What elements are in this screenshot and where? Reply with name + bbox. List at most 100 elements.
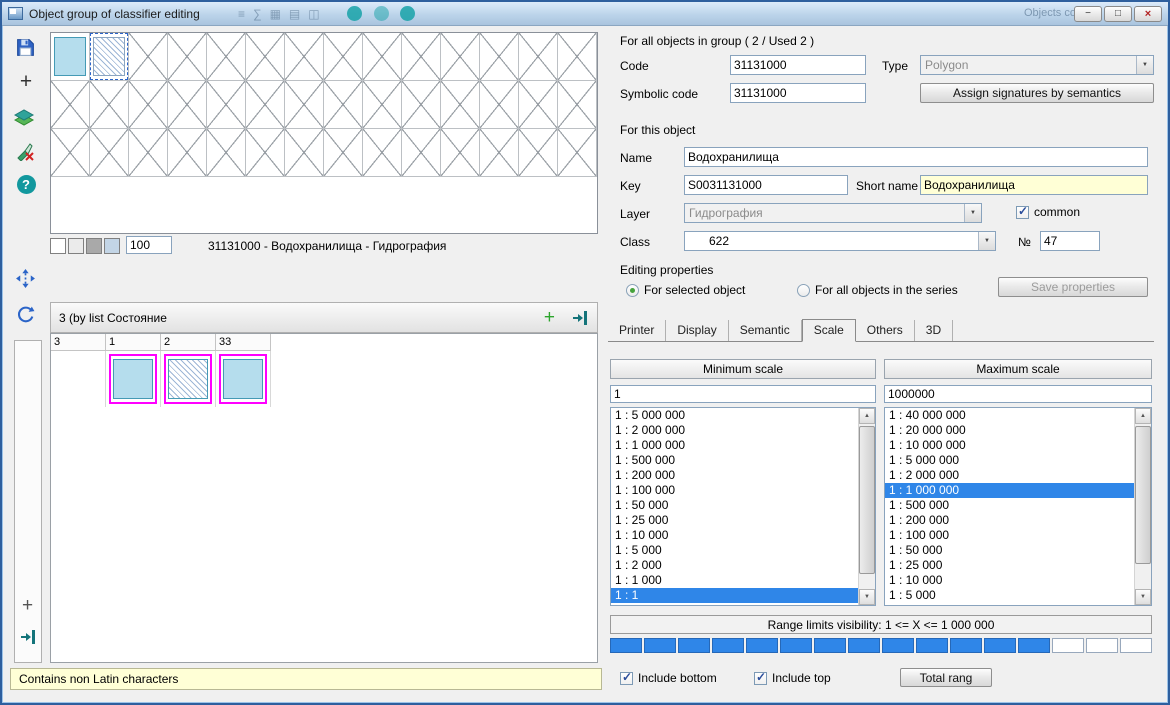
palette-cell[interactable] [207, 129, 246, 177]
scroll-thumb[interactable] [1135, 426, 1151, 564]
clear-style-button[interactable] [13, 139, 37, 163]
scale-list-item[interactable]: 1 : 5 000 000 [885, 453, 1134, 468]
scale-list-item[interactable]: 1 : 1 000 000 [611, 438, 858, 453]
palette-cell[interactable] [129, 129, 168, 177]
palette-cell[interactable] [558, 129, 597, 177]
range-segment[interactable] [1086, 638, 1118, 653]
palette-cell[interactable] [207, 33, 246, 81]
palette-cell[interactable] [558, 33, 597, 81]
palette-cell[interactable] [285, 33, 324, 81]
tab-scale[interactable]: Scale [802, 319, 856, 342]
palette-cell[interactable] [324, 81, 363, 129]
palette-cell[interactable] [363, 33, 402, 81]
palette-cell[interactable] [90, 81, 129, 129]
palette-cell[interactable] [441, 81, 480, 129]
palette-cell[interactable] [51, 81, 90, 129]
include-top-checkbox[interactable]: ✓ [754, 672, 767, 685]
key-input[interactable] [684, 175, 848, 195]
scale-list-item[interactable]: 1 : 5 000 000 [611, 408, 858, 423]
range-segment[interactable] [848, 638, 880, 653]
tab-3d[interactable]: 3D [915, 320, 953, 341]
range-segment[interactable] [678, 638, 710, 653]
series-cell[interactable] [51, 351, 106, 407]
palette-cell[interactable] [480, 33, 519, 81]
total-rang-button[interactable]: Total rang [900, 668, 992, 687]
scale-list-item[interactable]: 1 : 5 000 [611, 543, 858, 558]
palette-cell[interactable] [558, 81, 597, 129]
scale-list-item[interactable]: 1 : 10 000 [885, 573, 1134, 588]
palette-cell[interactable] [207, 81, 246, 129]
palette-cell[interactable] [363, 81, 402, 129]
range-segment[interactable] [1018, 638, 1050, 653]
add-series-button[interactable]: + [544, 308, 555, 328]
scale-list-item[interactable]: 1 : 100 000 [611, 483, 858, 498]
common-checkbox[interactable]: ✓ [1016, 206, 1029, 219]
series-cell[interactable] [106, 351, 161, 407]
layer-select[interactable]: Гидрография ▼ [684, 203, 982, 223]
assign-layers-button[interactable] [12, 105, 36, 129]
palette-cell[interactable] [90, 33, 129, 81]
range-segment[interactable] [746, 638, 778, 653]
palette-cell[interactable] [129, 81, 168, 129]
palette-cell[interactable] [519, 33, 558, 81]
code-input[interactable] [730, 55, 866, 75]
scroll-down-icon[interactable]: ▼ [1135, 589, 1151, 605]
palette-cell[interactable] [285, 81, 324, 129]
radio-selected-object[interactable] [626, 284, 639, 297]
range-segment[interactable] [610, 638, 642, 653]
scale-list-item[interactable]: 1 : 500 000 [611, 453, 858, 468]
range-segment[interactable] [950, 638, 982, 653]
help-button[interactable]: ? [14, 172, 38, 196]
range-segment[interactable] [712, 638, 744, 653]
range-segment[interactable] [814, 638, 846, 653]
scale-list-item[interactable]: 1 : 2 000 000 [885, 468, 1134, 483]
number-input[interactable] [1040, 231, 1100, 251]
palette-cell[interactable] [90, 129, 129, 177]
color-swatch[interactable] [86, 238, 102, 254]
series-cell[interactable] [161, 351, 216, 407]
scroll-down-icon[interactable]: ▼ [859, 589, 875, 605]
scale-list-item[interactable]: 1 : 20 000 000 [885, 423, 1134, 438]
scale-list-item[interactable]: 1 : 5 000 [885, 588, 1134, 603]
min-scale-scrollbar[interactable]: ▲ ▼ [858, 408, 875, 605]
scale-list-item[interactable]: 1 : 200 000 [885, 513, 1134, 528]
palette-cell[interactable] [480, 81, 519, 129]
palette-cell[interactable] [402, 129, 441, 177]
palette-cell[interactable] [168, 33, 207, 81]
name-input[interactable] [684, 147, 1148, 167]
range-segment[interactable] [916, 638, 948, 653]
palette-cell[interactable] [402, 81, 441, 129]
scale-list-item[interactable]: 1 : 50 000 [885, 543, 1134, 558]
tab-others[interactable]: Others [856, 320, 915, 341]
minimum-scale-input[interactable] [610, 385, 876, 403]
assign-signatures-button[interactable]: Assign signatures by semantics [920, 83, 1154, 103]
short-name-input[interactable] [920, 175, 1148, 195]
scale-list-item[interactable]: 1 : 25 000 [611, 513, 858, 528]
maximum-scale-header[interactable]: Maximum scale [884, 359, 1152, 379]
palette-cell[interactable] [51, 129, 90, 177]
palette-cell[interactable] [51, 33, 90, 81]
move-rows-button[interactable] [13, 266, 37, 290]
palette-cell[interactable] [246, 129, 285, 177]
maximum-scale-input[interactable] [884, 385, 1152, 403]
palette-cell[interactable] [363, 129, 402, 177]
palette-cell[interactable] [480, 129, 519, 177]
palette-cell[interactable] [441, 129, 480, 177]
scroll-up-icon[interactable]: ▲ [859, 408, 875, 424]
close-button[interactable]: × [1134, 6, 1162, 22]
scale-list-item[interactable]: 1 : 200 000 [611, 468, 858, 483]
palette-cell[interactable] [324, 33, 363, 81]
size-input[interactable] [126, 236, 172, 254]
minimum-scale-header[interactable]: Minimum scale [610, 359, 876, 379]
range-segment[interactable] [780, 638, 812, 653]
scale-list-item[interactable]: 1 : 40 000 000 [885, 408, 1134, 423]
range-segment[interactable] [984, 638, 1016, 653]
insert-row-button[interactable] [19, 628, 37, 646]
palette-cell[interactable] [441, 33, 480, 81]
symbolic-code-input[interactable] [730, 83, 866, 103]
scale-list-item[interactable]: 1 : 2 000 000 [611, 423, 858, 438]
range-segment[interactable] [644, 638, 676, 653]
include-bottom-checkbox[interactable]: ✓ [620, 672, 633, 685]
palette-cell[interactable] [246, 81, 285, 129]
refresh-button[interactable] [13, 302, 37, 326]
